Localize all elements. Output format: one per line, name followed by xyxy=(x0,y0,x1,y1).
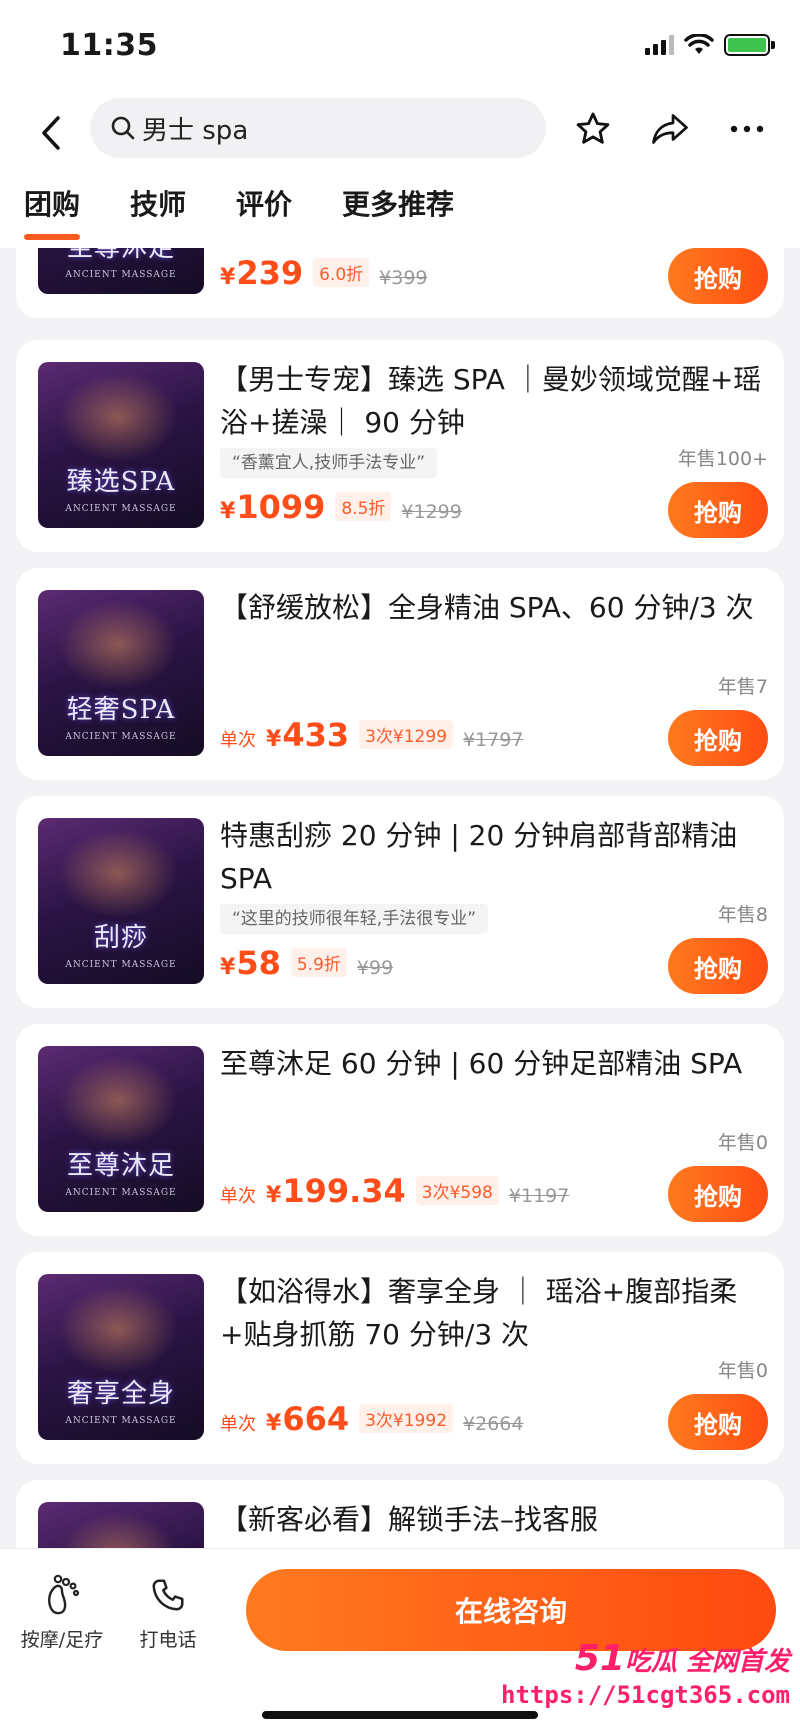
package-badge: 3次¥1299 xyxy=(359,720,454,749)
massage-category-label: 按摩/足疗 xyxy=(20,1629,104,1651)
watermark-brand: 51吃瓜 全网首发 xyxy=(574,1638,790,1679)
deal-card[interactable]: 奢享全身 ANCIENT MASSAGE 【如浴得水】奢享全身 ｜ 瑶浴+腹部指… xyxy=(16,1252,784,1464)
price-row: ¥239 6.0折 ¥399 xyxy=(220,254,428,292)
home-indicator xyxy=(262,1711,538,1719)
search-query: 男士 spa xyxy=(142,115,249,146)
buy-button[interactable]: 抢购 xyxy=(668,1166,768,1222)
deal-thumbnail: 臻选SPA ANCIENT MASSAGE xyxy=(38,362,204,528)
price-row: ¥1099 8.5折 ¥1299 xyxy=(220,488,462,526)
deal-list: 至尊沐足 ANCIENT MASSAGE ¥239 6.0折 ¥399 抢购 臻… xyxy=(0,248,800,1548)
original-price: ¥1797 xyxy=(463,729,524,751)
discount-badge: 5.9折 xyxy=(290,948,347,977)
buy-button[interactable]: 抢购 xyxy=(668,248,768,304)
deal-thumbnail xyxy=(38,1502,204,1548)
price-row: ¥58 5.9折 ¥99 xyxy=(220,944,393,982)
tab-reviews[interactable]: 评价 xyxy=(236,178,292,232)
buy-button[interactable]: 抢购 xyxy=(668,482,768,538)
original-price: ¥1299 xyxy=(401,501,462,523)
tab-bar: 团购 技师 评价 更多推荐 xyxy=(0,178,800,248)
price: ¥433 xyxy=(266,716,350,754)
annual-sales: 年售0 xyxy=(717,1360,768,1382)
original-price: ¥2664 xyxy=(463,1413,524,1435)
deal-title: 【男士专宠】臻选 SPA ｜曼妙领域觉醒+瑶浴+搓澡｜ 90 分钟 xyxy=(220,363,762,439)
deal-card[interactable]: 至尊沐足 ANCIENT MASSAGE ¥239 6.0折 ¥399 抢购 xyxy=(16,248,784,318)
original-price: ¥99 xyxy=(356,957,394,979)
annual-sales: 年售100+ xyxy=(677,448,768,470)
header: 男士 spa xyxy=(0,90,800,178)
deal-thumbnail: 至尊沐足 ANCIENT MASSAGE xyxy=(38,1046,204,1212)
deal-thumbnail: 轻奢SPA ANCIENT MASSAGE xyxy=(38,590,204,756)
deal-title: 至尊沐足 60 分钟 | 60 分钟足部精油 SPA xyxy=(220,1047,743,1080)
massage-category-button[interactable]: 按摩/足疗 xyxy=(12,1573,112,1652)
deal-title: 特惠刮痧 20 分钟 | 20 分钟肩部背部精油 SPA xyxy=(220,819,738,895)
deal-thumbnail: 至尊沐足 ANCIENT MASSAGE xyxy=(38,248,204,294)
tab-group-buy[interactable]: 团购 xyxy=(24,178,81,240)
tab-technicians[interactable]: 技师 xyxy=(130,178,186,232)
footprint-icon xyxy=(48,1574,80,1615)
buy-button[interactable]: 抢购 xyxy=(668,938,768,994)
per-session-label: 单次 xyxy=(220,1414,256,1435)
package-badge: 3次¥598 xyxy=(415,1176,499,1205)
per-session-label: 单次 xyxy=(220,730,256,751)
original-price: ¥1197 xyxy=(508,1185,570,1207)
back-button[interactable] xyxy=(26,108,76,158)
deal-card[interactable]: 【新客必看】解锁手法–找客服 xyxy=(16,1480,784,1548)
deal-card[interactable]: 臻选SPA ANCIENT MASSAGE 【男士专宠】臻选 SPA ｜曼妙领域… xyxy=(16,340,784,552)
price: ¥1099 xyxy=(220,488,326,526)
more-button[interactable] xyxy=(722,104,772,154)
battery-icon xyxy=(724,34,775,56)
tab-more-recommendations[interactable]: 更多推荐 xyxy=(342,178,454,232)
price-row: 单次 ¥199.34 3次¥598 ¥1197 xyxy=(220,1172,569,1210)
price: ¥239 xyxy=(220,254,304,292)
buy-button[interactable]: 抢购 xyxy=(668,1394,768,1450)
review-quote: “香薰宜人,技师手法专业” xyxy=(220,448,438,478)
price-row: 单次 ¥433 3次¥1299 ¥1797 xyxy=(220,716,523,754)
review-quote: “这里的技师很年轻,手法很专业” xyxy=(220,904,489,934)
search-input[interactable]: 男士 spa xyxy=(90,98,546,158)
status-bar: 11:35 xyxy=(0,0,800,90)
search-icon xyxy=(111,116,135,140)
more-icon xyxy=(730,125,764,133)
deal-card[interactable]: 轻奢SPA ANCIENT MASSAGE 【舒缓放松】全身精油 SPA、60 … xyxy=(16,568,784,780)
deal-title: 【新客必看】解锁手法–找客服 xyxy=(220,1503,599,1536)
phone-icon xyxy=(152,1579,184,1611)
star-icon xyxy=(576,112,610,144)
deal-thumbnail: 奢享全身 ANCIENT MASSAGE xyxy=(38,1274,204,1440)
favorite-button[interactable] xyxy=(568,104,618,154)
signal-icon xyxy=(645,35,674,55)
price: ¥58 xyxy=(220,944,281,982)
deal-thumbnail: 刮痧 ANCIENT MASSAGE xyxy=(38,818,204,984)
annual-sales: 年售7 xyxy=(717,676,768,698)
discount-badge: 8.5折 xyxy=(335,492,392,521)
deal-card[interactable]: 至尊沐足 ANCIENT MASSAGE 至尊沐足 60 分钟 | 60 分钟足… xyxy=(16,1024,784,1236)
share-button[interactable] xyxy=(645,104,695,154)
deal-title: 【如浴得水】奢享全身 ｜ 瑶浴+腹部指柔+贴身抓筋 70 分钟/3 次 xyxy=(220,1275,738,1351)
deal-card[interactable]: 刮痧 ANCIENT MASSAGE 特惠刮痧 20 分钟 | 20 分钟肩部背… xyxy=(16,796,784,1008)
per-session-label: 单次 xyxy=(220,1186,256,1207)
price: ¥664 xyxy=(266,1400,350,1438)
call-label: 打电话 xyxy=(139,1629,197,1651)
annual-sales: 年售8 xyxy=(717,904,768,926)
discount-badge: 6.0折 xyxy=(313,258,370,287)
share-icon xyxy=(652,114,688,144)
watermark: 51吃瓜 全网首发 https://51cgt365.com xyxy=(501,1638,790,1709)
buy-button[interactable]: 抢购 xyxy=(668,710,768,766)
back-icon xyxy=(42,116,60,150)
watermark-url: https://51cgt365.com xyxy=(501,1681,790,1709)
price: ¥199.34 xyxy=(266,1172,406,1210)
deal-title: 【舒缓放松】全身精油 SPA、60 分钟/3 次 xyxy=(220,591,754,624)
package-badge: 3次¥1992 xyxy=(359,1404,454,1433)
call-button[interactable]: 打电话 xyxy=(118,1573,218,1652)
price-row: 单次 ¥664 3次¥1992 ¥2664 xyxy=(220,1400,523,1438)
original-price: ¥399 xyxy=(379,267,428,289)
wifi-icon xyxy=(684,34,714,54)
status-icons xyxy=(645,34,775,56)
status-time: 11:35 xyxy=(60,28,158,63)
annual-sales: 年售0 xyxy=(717,1132,768,1154)
